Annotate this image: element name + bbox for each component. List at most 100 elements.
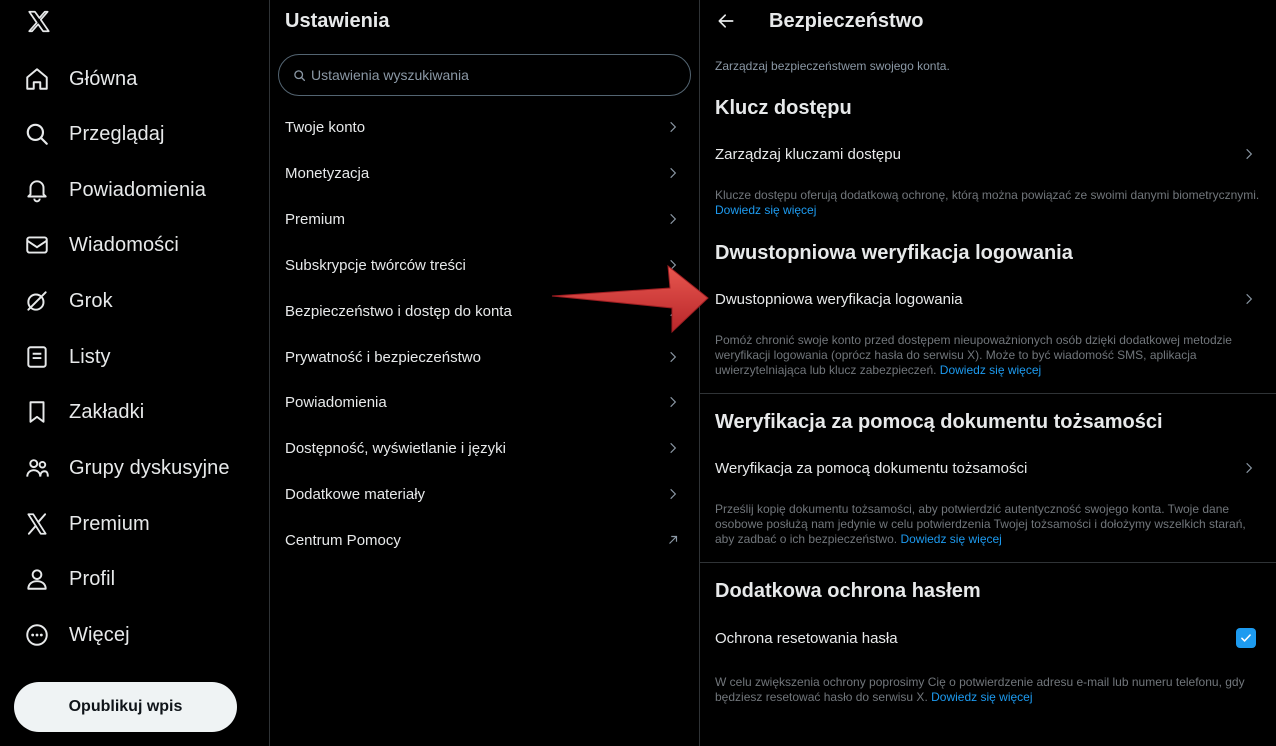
grok-icon [27,291,47,311]
nav-home[interactable]: Główna [24,59,137,99]
manage-passkeys-row[interactable]: Zarządzaj kluczami dostępu [700,134,1276,174]
nav-communities[interactable]: Grupy dyskusyjne [24,448,230,488]
list-icon [27,346,47,368]
home-icon [26,68,48,90]
nav-grok-label: Grok [69,289,113,312]
settings-item-premium[interactable]: Premium [270,196,699,242]
row-label: Zarządzaj kluczami dostępu [715,145,901,163]
external-link-icon [669,535,678,544]
checkmark-icon [1241,634,1251,642]
passkey-description: Klucze dostępu oferują dodatkową ochronę… [715,188,1260,217]
password-protection-description: W celu zwiększenia ochrony poprosimy Cię… [715,675,1245,704]
search-icon [294,69,306,81]
security-title: Bezpieczeństwo [769,10,924,32]
nav-bookmarks-label: Zakładki [69,400,145,423]
two-factor-description: Pomóż chronić swoje konto przed dostępem… [715,333,1232,377]
search-icon [26,123,48,145]
nav-messages[interactable]: Wiadomości [24,225,179,265]
nav-lists[interactable]: Listy [24,337,111,377]
communities-icon [26,459,49,477]
password-protection-heading: Dodatkowa ochrona hasłem [715,580,981,602]
x-logo-icon[interactable] [26,9,52,35]
nav-explore-label: Przeglądaj [69,122,165,145]
chevron-right-icon [670,396,677,408]
two-factor-row[interactable]: Dwustopniowa weryfikacja logowania [700,279,1276,319]
nav-communities-label: Grupy dyskusyjne [69,456,230,479]
section-divider [700,562,1276,563]
nav-lists-label: Listy [69,345,111,368]
settings-title: Ustawienia [285,10,390,32]
chevron-right-icon [1246,148,1253,160]
nav-home-label: Główna [69,67,138,90]
settings-item-label: Bezpieczeństwo i dostęp do konta [285,302,512,320]
settings-item-account[interactable]: Twoje konto [270,104,699,150]
back-arrow-icon[interactable] [716,11,736,31]
settings-item-label: Dostępność, wyświetlanie i języki [285,439,506,457]
settings-item-additional-resources[interactable]: Dodatkowe materiały [270,471,699,517]
chevron-right-icon [670,167,677,179]
nav-premium[interactable]: Premium [24,504,150,544]
settings-item-label: Dodatkowe materiały [285,485,426,503]
nav-profile[interactable]: Profil [24,559,115,599]
chevron-right-icon [670,442,677,454]
chevron-right-icon [670,121,677,133]
row-label: Weryfikacja za pomocą dokumentu tożsamoś… [715,459,1028,477]
chevron-right-icon [1246,293,1253,305]
settings-panel: Ustawienia Twoje konto Monetyzacja Premi… [270,0,700,746]
two-factor-heading: Dwustopniowa weryfikacja logowania [715,242,1073,264]
nav-notifications-label: Powiadomienia [69,178,206,201]
post-button[interactable]: Opublikuj wpis [14,682,237,732]
settings-item-label: Centrum Pomocy [285,531,401,549]
settings-item-label: Powiadomienia [285,393,387,411]
chevron-right-icon [670,351,677,363]
left-sidebar: Główna Przeglądaj Powiadomienia Wiadomoś… [0,0,270,746]
settings-item-notifications[interactable]: Powiadomienia [270,379,699,425]
nav-premium-label: Premium [69,512,150,535]
settings-item-accessibility[interactable]: Dostępność, wyświetlanie i języki [270,425,699,471]
chevron-right-icon [670,213,677,225]
chevron-right-icon [1246,462,1253,474]
x-premium-icon [27,513,47,535]
section-divider [700,393,1276,394]
nav-bookmarks[interactable]: Zakładki [24,392,144,432]
learn-more-link[interactable]: Dowiedz się więcej [931,690,1032,704]
id-verification-heading: Weryfikacja za pomocą dokumentu tożsamoś… [715,411,1163,433]
row-label: Ochrona resetowania hasła [715,629,898,647]
bookmark-icon [29,401,45,423]
settings-item-monetization[interactable]: Monetyzacja [270,150,699,196]
annotation-arrow-icon [551,264,709,334]
profile-icon [27,569,47,590]
nav-more-label: Więcej [69,623,130,646]
settings-item-label: Premium [285,210,346,228]
chevron-right-icon [670,488,677,500]
nav-grok[interactable]: Grok [24,281,113,321]
learn-more-link[interactable]: Dowiedz się więcej [900,532,1001,546]
password-reset-protect-checkbox[interactable] [1236,628,1256,648]
nav-explore[interactable]: Przeglądaj [24,114,165,154]
settings-item-help-center[interactable]: Centrum Pomocy [270,517,699,563]
password-reset-protect-row[interactable]: Ochrona resetowania hasła [700,618,1276,658]
id-verification-row[interactable]: Weryfikacja za pomocą dokumentu tożsamoś… [700,448,1276,488]
bell-icon [27,180,47,203]
settings-item-label: Monetyzacja [285,164,370,182]
settings-item-privacy[interactable]: Prywatność i bezpieczeństwo [270,334,699,380]
settings-item-label: Twoje konto [285,118,366,136]
row-label: Dwustopniowa weryfikacja logowania [715,290,963,308]
id-verification-description: Prześlij kopię dokumentu tożsamości, aby… [715,502,1246,546]
nav-profile-label: Profil [69,567,116,590]
app-window: Główna Przeglądaj Powiadomienia Wiadomoś… [0,0,1276,746]
nav-more[interactable]: Więcej [24,615,130,655]
security-subtitle: Zarządzaj bezpieczeństwem swojego konta. [715,59,950,73]
settings-search[interactable] [278,54,691,96]
settings-item-label: Subskrypcje twórców treści [285,256,466,274]
nav-notifications[interactable]: Powiadomienia [24,170,206,210]
nav-messages-label: Wiadomości [69,233,179,256]
learn-more-link[interactable]: Dowiedz się więcej [940,363,1041,377]
passkey-heading: Klucz dostępu [715,97,852,119]
settings-item-label: Prywatność i bezpieczeństwo [285,348,481,366]
more-circle-icon [26,624,48,646]
security-panel: Bezpieczeństwo Zarządzaj bezpieczeństwem… [700,0,1276,746]
settings-search-input[interactable] [311,67,671,83]
learn-more-link[interactable]: Dowiedz się więcej [715,203,816,217]
envelope-icon [26,236,48,254]
